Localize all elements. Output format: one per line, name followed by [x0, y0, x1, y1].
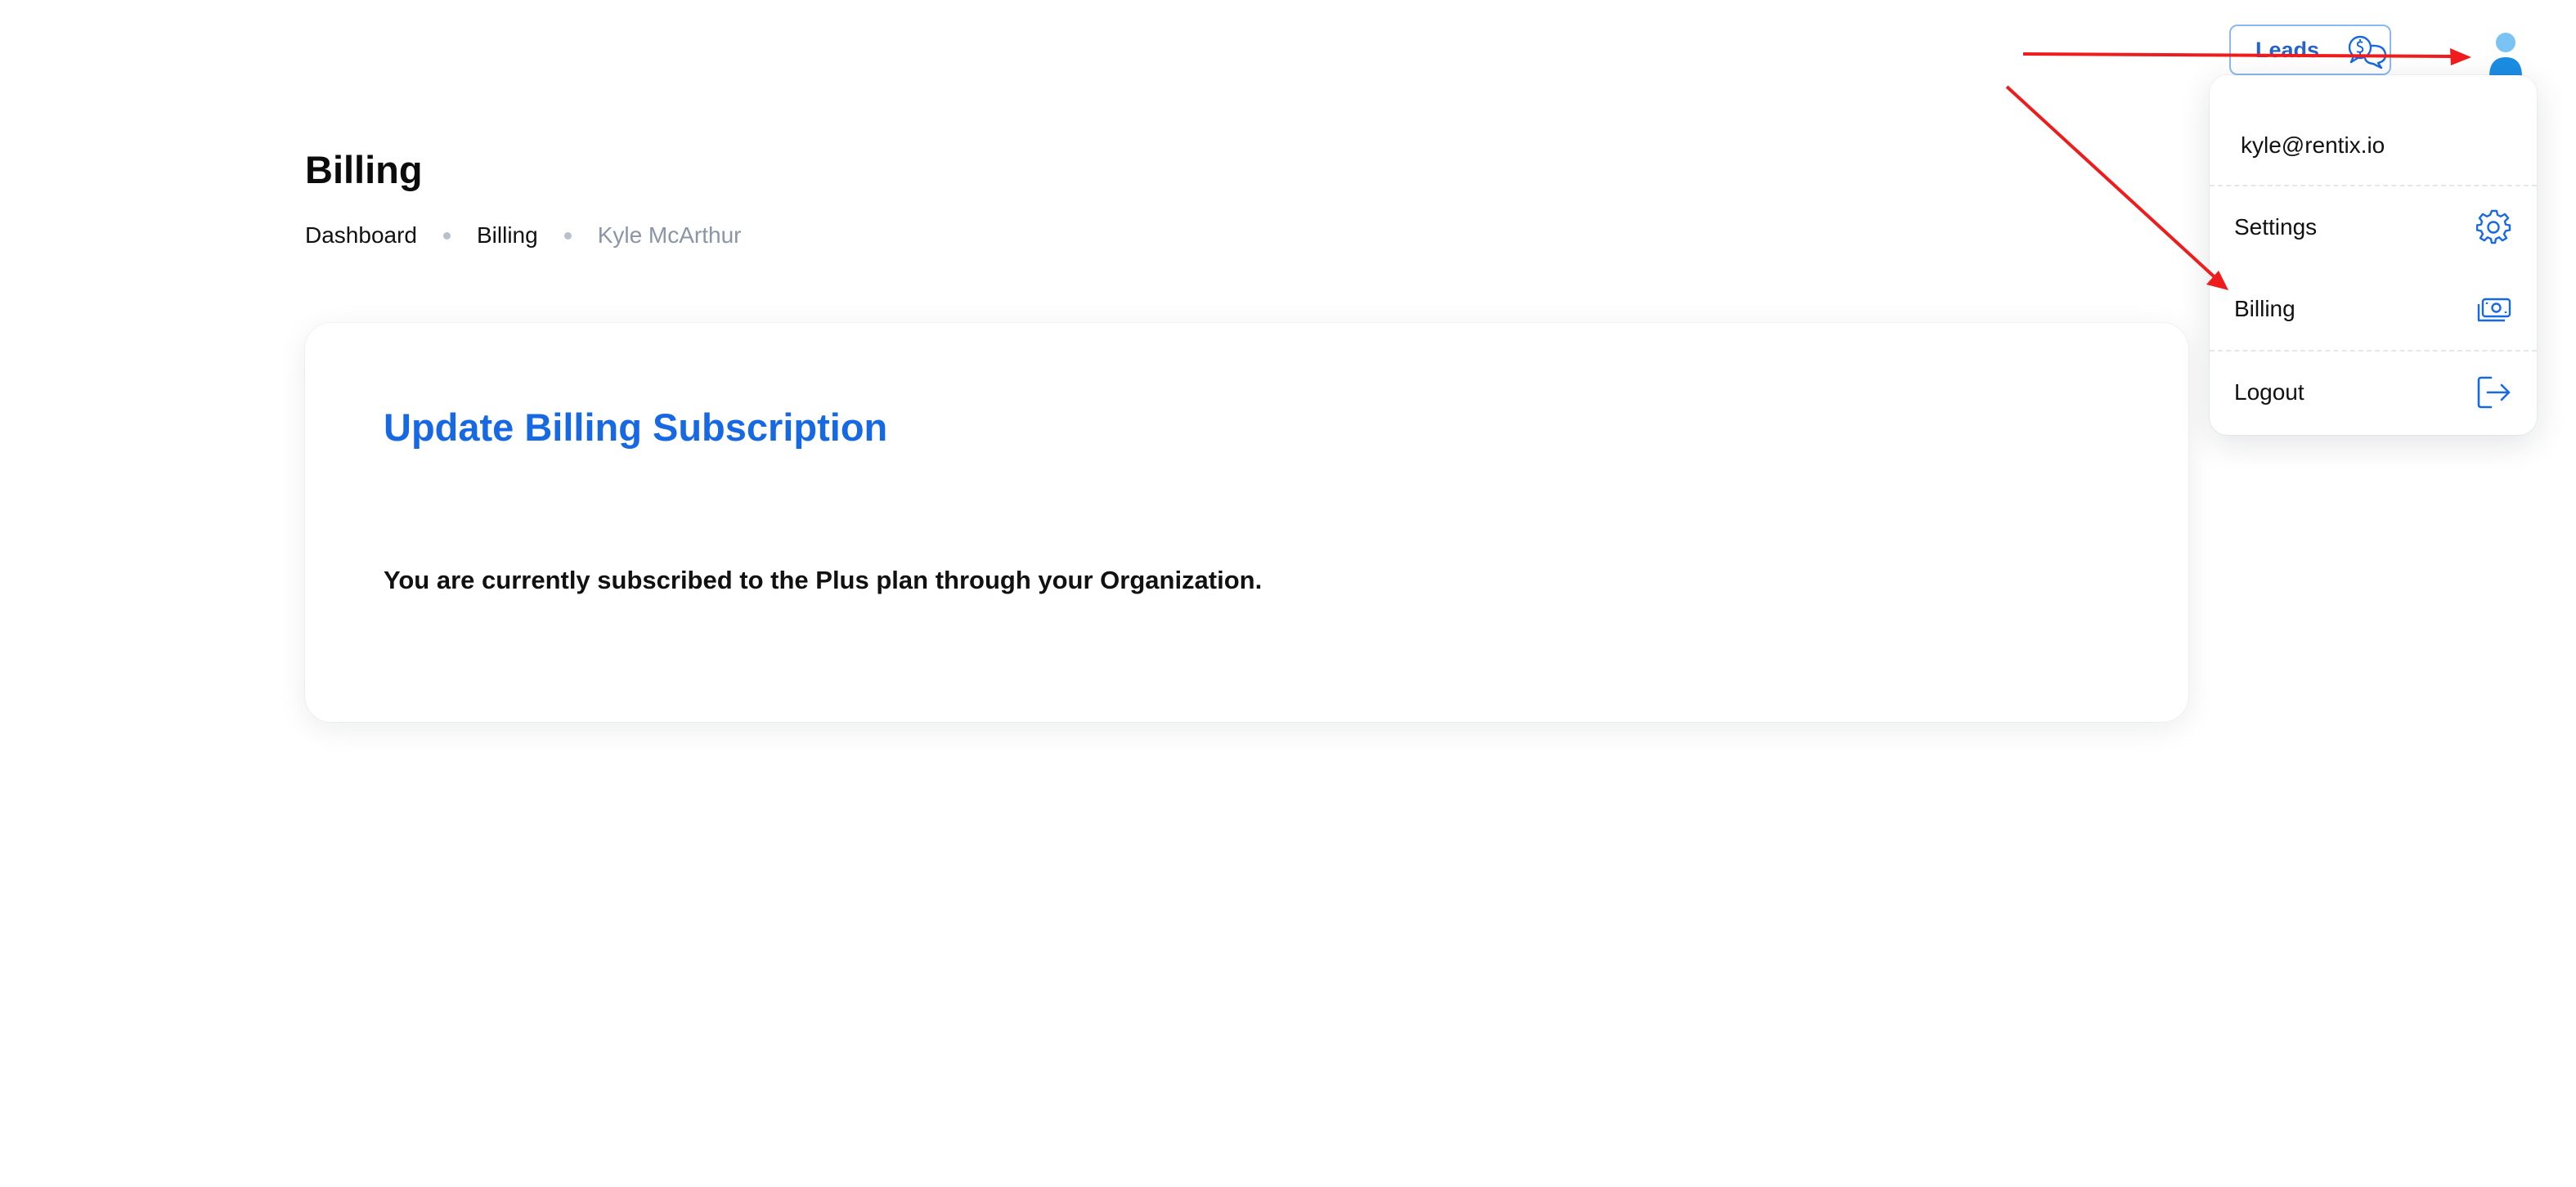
- page-title: Billing: [305, 148, 423, 191]
- breadcrumb-billing[interactable]: Billing: [477, 222, 538, 249]
- top-bar: Leads: [0, 0, 2576, 114]
- menu-item-label: Settings: [2234, 214, 2318, 240]
- user-menu-dropdown: kyle@rentix.io Settings Billing Logout: [2210, 75, 2537, 435]
- breadcrumb: Dashboard Billing Kyle McArthur: [305, 222, 742, 249]
- gear-icon: [2476, 209, 2511, 244]
- billing-card: Update Billing Subscription You are curr…: [305, 323, 2188, 722]
- breadcrumb-dashboard[interactable]: Dashboard: [305, 222, 417, 249]
- logout-icon: [2477, 376, 2511, 409]
- leads-button[interactable]: Leads: [2229, 25, 2391, 75]
- breadcrumb-current: Kyle McArthur: [597, 222, 742, 248]
- card-title: Update Billing Subscription: [384, 405, 888, 449]
- menu-item-settings[interactable]: Settings: [2210, 186, 2537, 268]
- subscription-message: You are currently subscribed to the Plus…: [384, 566, 1263, 594]
- money-icon: [2477, 298, 2511, 322]
- menu-item-logout[interactable]: Logout: [2210, 352, 2537, 433]
- user-avatar-icon[interactable]: [2486, 29, 2525, 77]
- breadcrumb-separator: [563, 231, 572, 240]
- breadcrumb-separator: [442, 231, 451, 240]
- menu-item-label: Logout: [2234, 379, 2304, 405]
- menu-item-billing[interactable]: Billing: [2210, 268, 2537, 350]
- leads-label: Leads: [2255, 37, 2320, 62]
- chat-dollar-icon: [2348, 35, 2387, 69]
- menu-item-label: Billing: [2234, 296, 2296, 321]
- user-email: kyle@rentix.io: [2241, 132, 2385, 158]
